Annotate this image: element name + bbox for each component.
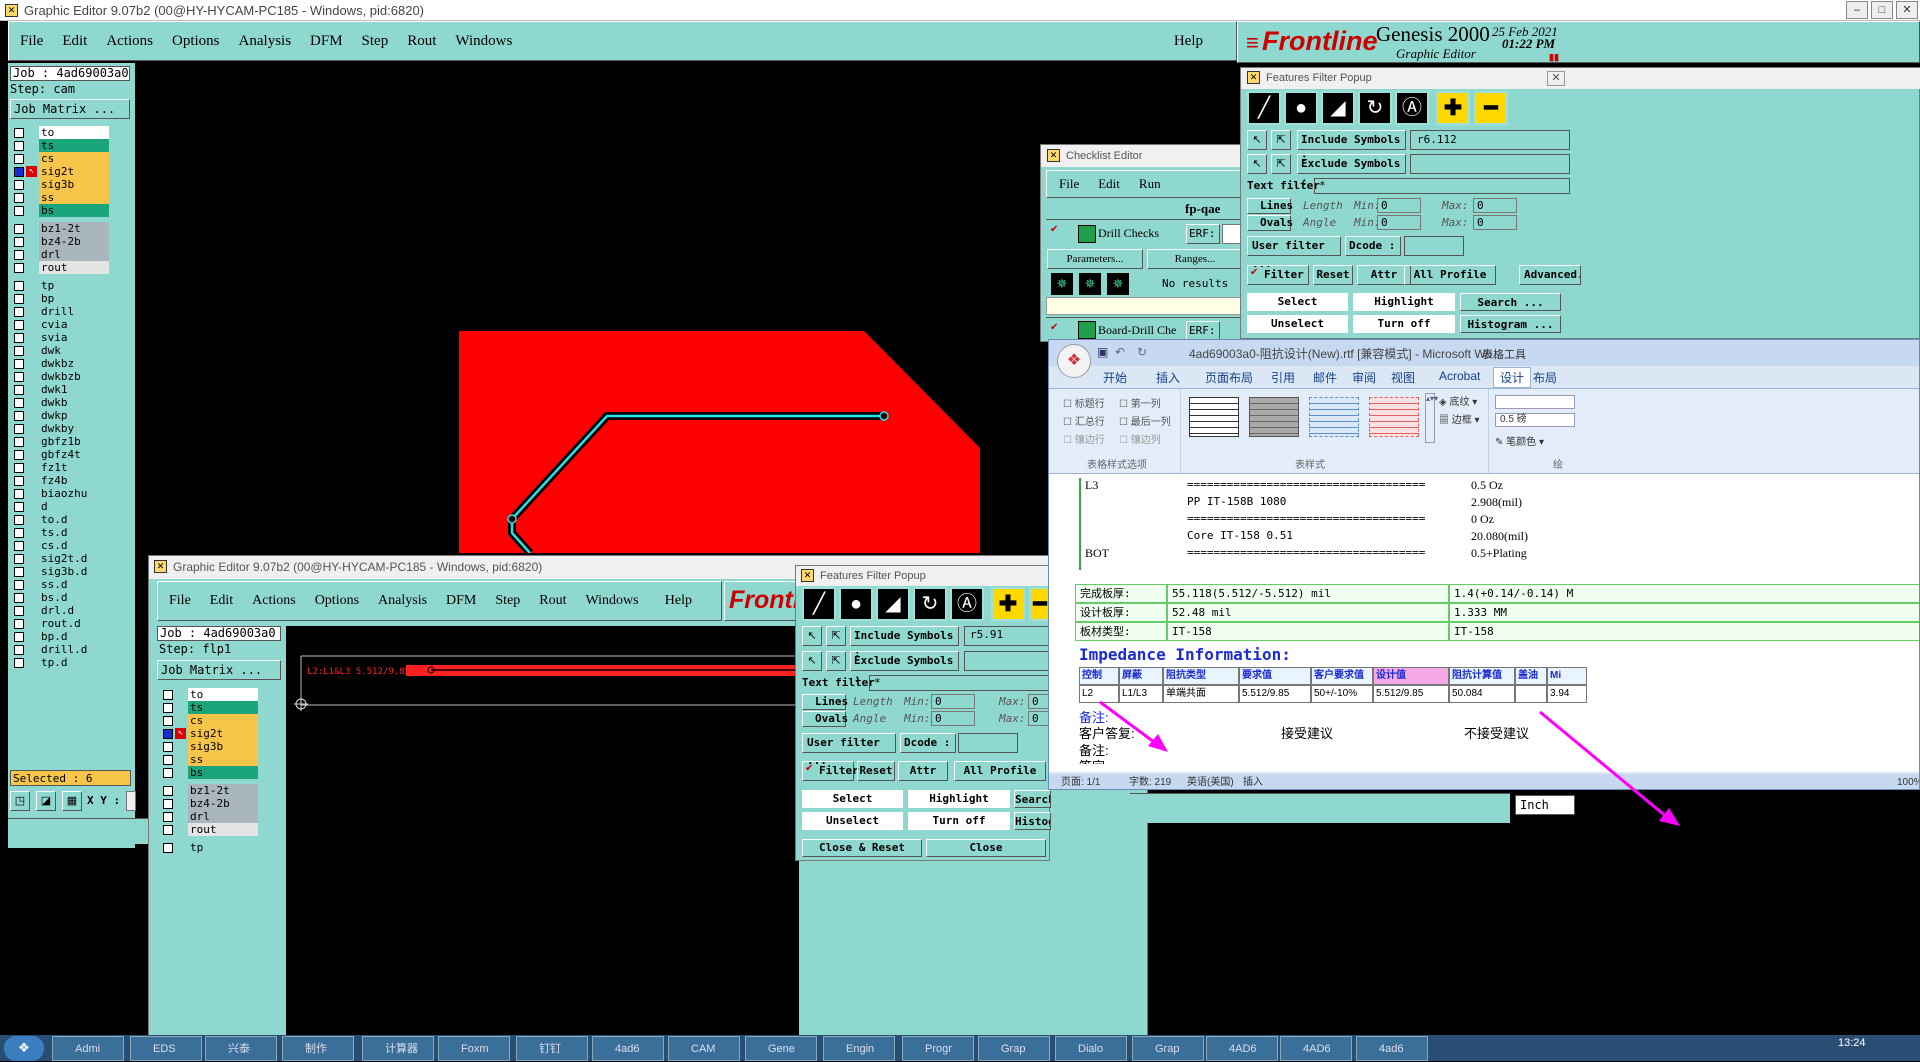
clock: 13:24 [1838,1037,1866,1049]
taskbar-item[interactable]: CAM [668,1036,740,1061]
taskbar-item[interactable]: 制作 [282,1036,354,1061]
taskbar-item[interactable]: 4ad6 [1356,1036,1428,1061]
taskbar-item[interactable]: 计算器 [362,1036,434,1061]
taskbar-item[interactable]: 4ad6 [592,1036,664,1061]
taskbar-item[interactable]: 4AD6 [1206,1036,1278,1061]
taskbar-item[interactable]: Grap [1132,1036,1204,1061]
start-button-icon[interactable]: ❖ [4,1036,44,1061]
arrow-1 [1099,700,1159,747]
taskbar-item[interactable]: 4AD6 [1280,1036,1352,1061]
taskbar-item[interactable]: Admi [52,1036,124,1061]
taskbar: ❖ 13:24 Admi EDS 兴泰 制作 计算器 Foxm 钉钉 4ad6 CAM Gene E… [0,1035,1920,1061]
arrow-2-head [1659,808,1680,826]
taskbar-item[interactable]: Engin [823,1036,895,1061]
taskbar-item[interactable]: 兴泰 [205,1036,277,1061]
taskbar-item[interactable]: 钉钉 [516,1036,588,1061]
taskbar-item[interactable]: EDS [130,1036,202,1061]
taskbar-item[interactable]: Foxm [438,1036,510,1061]
taskbar-item[interactable]: Grap [978,1036,1050,1061]
arrow-2 [1539,710,1669,820]
arrow-1-head [1148,734,1168,752]
taskbar-item[interactable]: Gene [745,1036,817,1061]
taskbar-item[interactable]: Progr [902,1036,974,1061]
taskbar-item[interactable]: Dialo [1055,1036,1127,1061]
annotation-arrows [1099,700,1680,826]
